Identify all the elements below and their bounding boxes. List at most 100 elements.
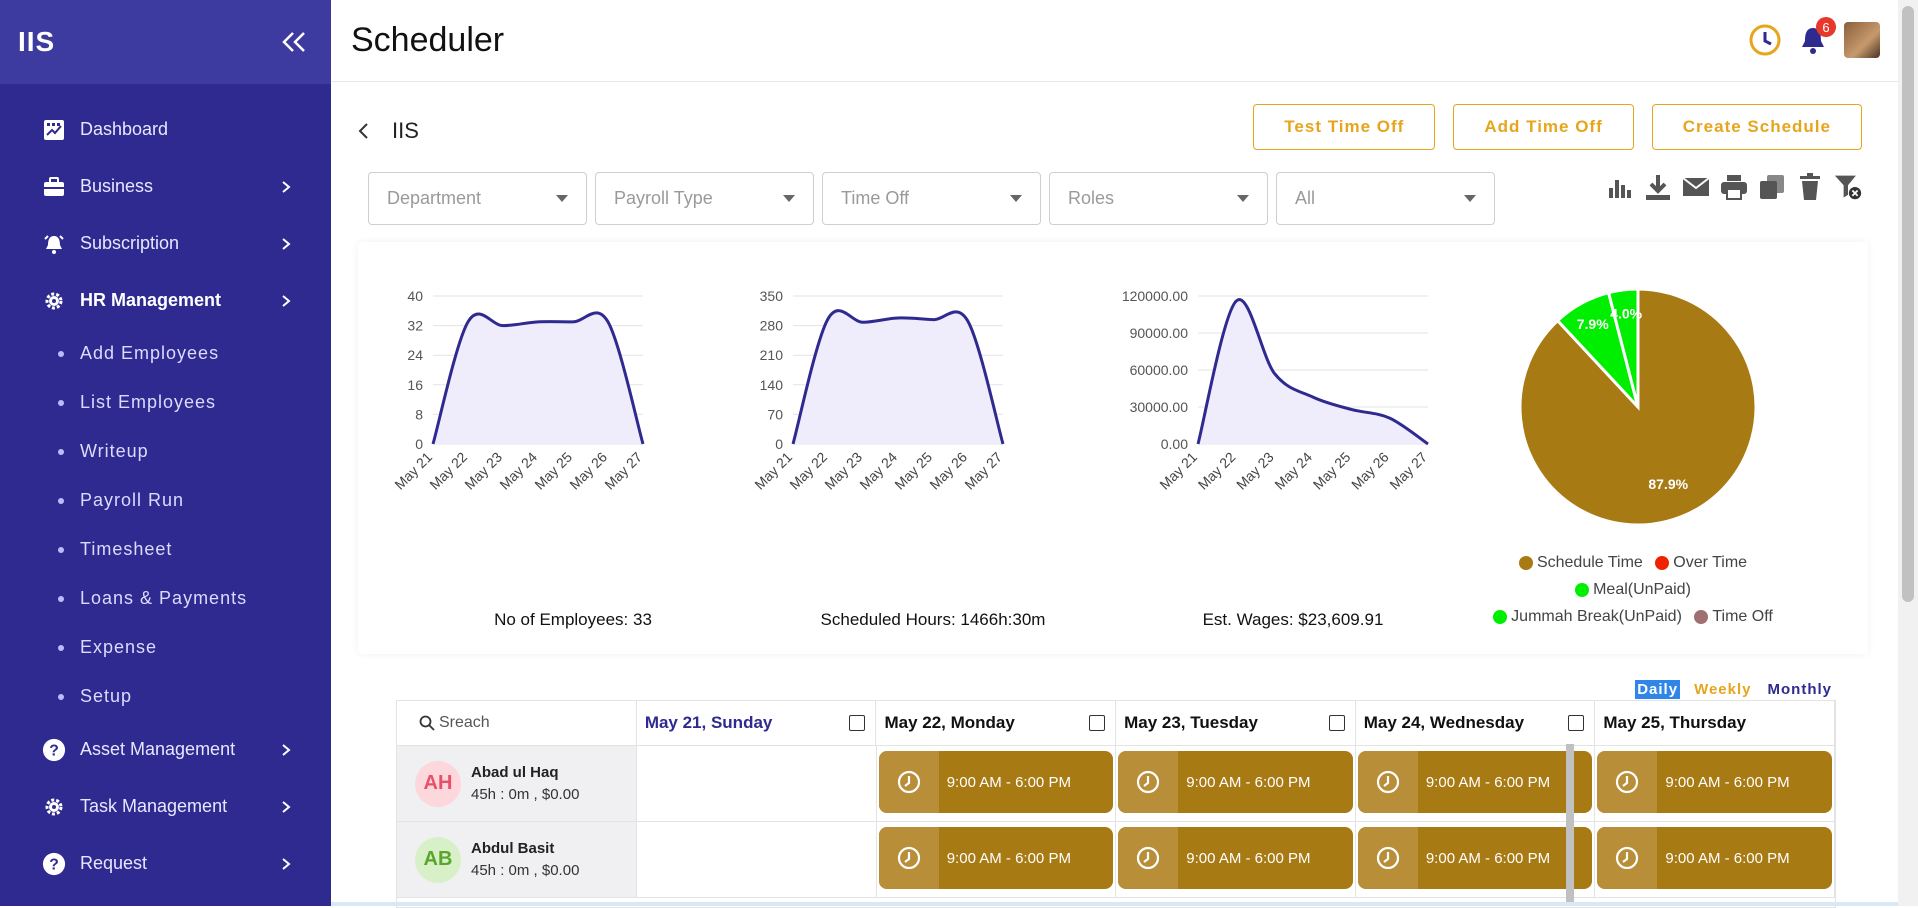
shift-time: 9:00 AM - 6:00 PM bbox=[1425, 773, 1551, 791]
add-time-off-button[interactable]: Add Time Off bbox=[1453, 104, 1634, 150]
sidebar-item-asset-management[interactable]: ? Asset Management bbox=[0, 721, 331, 778]
gear-icon bbox=[42, 289, 66, 313]
shift-block[interactable]: 9:00 AM - 6:00 PM bbox=[1357, 751, 1593, 813]
shift-block[interactable]: 9:00 AM - 6:00 PM bbox=[1357, 827, 1593, 889]
sidebar-item-business[interactable]: Business bbox=[0, 158, 331, 215]
employee-search[interactable]: Sreach bbox=[397, 701, 637, 745]
page-scrollbar[interactable] bbox=[1898, 0, 1918, 906]
legend-meal[interactable]: Meal(UnPaid) bbox=[1575, 581, 1691, 599]
sidebar-subitem-expense[interactable]: Expense bbox=[0, 623, 331, 672]
department-select[interactable]: Department bbox=[368, 172, 587, 225]
trash-icon[interactable] bbox=[1796, 172, 1824, 202]
y-tick-label: 30000.00 bbox=[1130, 399, 1189, 415]
shift-block[interactable]: 9:00 AM - 6:00 PM bbox=[1597, 827, 1832, 889]
sidebar-subitem-add-employees[interactable]: Add Employees bbox=[0, 329, 331, 378]
sidebar-subitem-writeup[interactable]: Writeup bbox=[0, 427, 331, 476]
back-chevron-icon[interactable] bbox=[354, 121, 374, 141]
shift-block[interactable]: 9:00 AM - 6:00 PM bbox=[1118, 751, 1353, 813]
x-tick-label: May 27 bbox=[961, 449, 1005, 493]
sidebar-item-label: Business bbox=[80, 176, 154, 196]
select-value: Payroll Type bbox=[614, 188, 713, 208]
scrollbar-thumb[interactable] bbox=[1902, 6, 1914, 602]
day-checkbox[interactable] bbox=[1568, 715, 1585, 731]
sidebar: IIS Dashboard Business Subscription HR M… bbox=[0, 0, 331, 906]
day-header: May 25, Thursday bbox=[1595, 701, 1835, 745]
sidebar-item-dashboard[interactable]: Dashboard bbox=[0, 101, 331, 158]
day-label: May 24, Wednesday bbox=[1363, 713, 1525, 732]
bullet-icon bbox=[58, 595, 64, 602]
employee-cell[interactable]: AB Abdul Basit 45h : 0m , $0.00 bbox=[397, 822, 638, 897]
sidebar-item-subscription[interactable]: Subscription bbox=[0, 215, 331, 272]
daily-toggle[interactable]: Daily bbox=[1635, 680, 1681, 699]
x-tick-label: May 21 bbox=[751, 449, 795, 493]
employee-cell[interactable]: AH Abad ul Haq 45h : 0m , $0.00 bbox=[397, 746, 638, 821]
download-icon[interactable] bbox=[1644, 172, 1672, 202]
test-time-off-button[interactable]: Test Time Off bbox=[1253, 104, 1436, 150]
area-fill bbox=[1198, 299, 1428, 444]
sidebar-subitem-timesheet[interactable]: Timesheet bbox=[0, 525, 331, 574]
svg-text:?: ? bbox=[49, 742, 59, 759]
wages-chart: 0.00 30000.00 60000.00 90000.00 120000.00 May… bbox=[1122, 288, 1430, 493]
clock-icon[interactable] bbox=[1748, 23, 1782, 57]
legend-time-off[interactable]: Time Off bbox=[1694, 608, 1773, 626]
empty-slot[interactable] bbox=[637, 746, 877, 821]
sidebar-subitem-list-employees[interactable]: List Employees bbox=[0, 378, 331, 427]
sidebar-subitem-payroll-run[interactable]: Payroll Run bbox=[0, 476, 331, 525]
user-avatar[interactable] bbox=[1844, 22, 1880, 58]
x-tick-label: May 26 bbox=[1348, 449, 1392, 493]
collapse-sidebar-icon[interactable] bbox=[279, 27, 309, 57]
table-scrollbar[interactable] bbox=[1566, 744, 1574, 906]
sidebar-item-hr-management[interactable]: HR Management bbox=[0, 272, 331, 329]
empty-slot[interactable] bbox=[637, 822, 877, 897]
y-tick-label: 120000.00 bbox=[1122, 288, 1188, 304]
day-header: May 22, Monday bbox=[876, 701, 1117, 745]
day-checkbox[interactable] bbox=[849, 715, 866, 731]
legend-jummah-break[interactable]: Jummah Break(UnPaid) bbox=[1493, 608, 1682, 626]
y-tick-label: 32 bbox=[407, 318, 423, 334]
shift-block[interactable]: 9:00 AM - 6:00 PM bbox=[1597, 751, 1832, 813]
day-label: May 21, Sunday bbox=[644, 713, 773, 732]
email-icon[interactable] bbox=[1682, 172, 1710, 202]
weekly-toggle[interactable]: Weekly bbox=[1692, 680, 1753, 699]
payroll-type-select[interactable]: Payroll Type bbox=[595, 172, 814, 225]
shift-block[interactable]: 9:00 AM - 6:00 PM bbox=[878, 751, 1114, 813]
bar-chart-icon[interactable] bbox=[1606, 172, 1634, 202]
sidebar-header: IIS bbox=[0, 0, 331, 84]
day-checkbox[interactable] bbox=[1089, 715, 1106, 731]
search-placeholder: Sreach bbox=[439, 714, 490, 731]
day-checkbox[interactable] bbox=[1328, 715, 1345, 731]
clear-filter-icon[interactable] bbox=[1834, 172, 1862, 202]
chevron-right-icon bbox=[282, 294, 291, 307]
sidebar-subitem-loans-payments[interactable]: Loans & Payments bbox=[0, 574, 331, 623]
shift-block[interactable]: 9:00 AM - 6:00 PM bbox=[878, 827, 1114, 889]
sidebar-subitem-setup[interactable]: Setup bbox=[0, 672, 331, 721]
legend-swatch bbox=[1694, 610, 1709, 624]
time-off-select[interactable]: Time Off bbox=[822, 172, 1041, 225]
y-tick-label: 70 bbox=[767, 406, 783, 422]
alarm-bell-icon bbox=[42, 232, 66, 256]
legend-schedule-time[interactable]: Schedule Time bbox=[1518, 554, 1643, 572]
x-tick-label: May 22 bbox=[1195, 449, 1239, 493]
copy-icon[interactable] bbox=[1758, 172, 1786, 202]
app-logo: IIS bbox=[18, 26, 56, 57]
clock-icon bbox=[1118, 827, 1179, 889]
clock-icon bbox=[878, 751, 939, 813]
sidebar-item-request[interactable]: ? Request bbox=[0, 835, 331, 892]
caret-down-icon bbox=[1464, 195, 1476, 202]
day-label: May 23, Tuesday bbox=[1124, 713, 1258, 732]
chevron-right-icon bbox=[282, 800, 291, 813]
legend-over-time[interactable]: Over Time bbox=[1655, 554, 1747, 572]
print-icon[interactable] bbox=[1720, 172, 1748, 202]
sidebar-item-task-management[interactable]: Task Management bbox=[0, 778, 331, 835]
employees-chart: 0816243240May 21May 22May 23May 24May 25… bbox=[391, 288, 645, 493]
sidebar-subitem-label: Timesheet bbox=[80, 539, 173, 559]
shift-block[interactable]: 9:00 AM - 6:00 PM bbox=[1118, 827, 1353, 889]
notifications-bell-icon[interactable]: 6 bbox=[1796, 17, 1836, 57]
gear-icon bbox=[42, 795, 66, 819]
monthly-toggle[interactable]: Monthly bbox=[1766, 680, 1835, 699]
create-schedule-button[interactable]: Create Schedule bbox=[1651, 104, 1862, 150]
legend-label: Over Time bbox=[1673, 554, 1748, 571]
all-select[interactable]: All bbox=[1276, 172, 1495, 225]
bullet-icon bbox=[58, 350, 64, 357]
roles-select[interactable]: Roles bbox=[1049, 172, 1268, 225]
